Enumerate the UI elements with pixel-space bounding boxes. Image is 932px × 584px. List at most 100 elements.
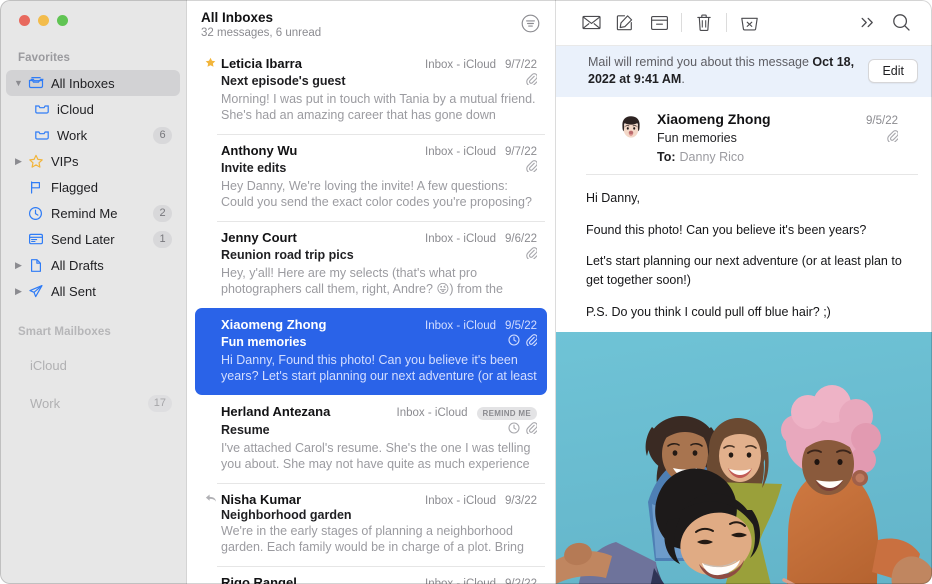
message-subject-row: Next episode's guest	[205, 72, 537, 90]
star-icon	[25, 154, 46, 169]
message-list-item[interactable]: Jenny Court Inbox - iCloud 9/6/22 Reunio…	[195, 221, 547, 308]
sidebar-item-label: Remind Me	[51, 206, 153, 221]
close-window-button[interactable]	[19, 15, 30, 26]
message-mailbox: Inbox - iCloud	[397, 407, 468, 419]
message-list-item[interactable]: Anthony Wu Inbox - iCloud 9/7/22 Invite …	[195, 134, 547, 221]
message-list-item[interactable]: Leticia Ibarra Inbox - iCloud 9/7/22 Nex…	[195, 47, 547, 134]
reader-subject: Fun memories	[657, 131, 887, 145]
unread-count-badge: 6	[153, 127, 172, 144]
sidebar-item-work[interactable]: Work 6	[6, 122, 180, 148]
message-list-panel: All Inboxes 32 messages, 6 unread Letici…	[187, 0, 556, 584]
message-top-row: Anthony Wu Inbox - iCloud 9/7/22	[205, 143, 537, 158]
sidebar-item-all-inboxes[interactable]: ▼ All Inboxes	[6, 70, 180, 96]
mark-unread-icon[interactable]	[574, 9, 608, 37]
attachment-icon	[526, 333, 537, 351]
attachment-icon[interactable]	[887, 129, 898, 147]
message-sender: Herland Antezana	[221, 404, 389, 419]
message-list-item[interactable]: Herland Antezana Inbox - iCloud REMIND M…	[195, 395, 547, 483]
traffic-lights	[0, 0, 186, 38]
disclosure-spacer: ▶	[12, 208, 25, 219]
reminder-clock-icon	[508, 421, 520, 439]
junk-icon[interactable]	[732, 9, 766, 37]
sidebar-item-icloud-account[interactable]: ▶ iCloud	[6, 352, 180, 378]
sidebar-item-all-drafts[interactable]: ▶ All Drafts	[6, 252, 180, 278]
more-chevrons-icon[interactable]	[850, 9, 884, 37]
message-list-header: All Inboxes 32 messages, 6 unread	[187, 0, 555, 47]
archive-icon[interactable]	[642, 9, 676, 37]
message-list-item[interactable]: Rigo Rangel Inbox - iCloud 9/2/22 Park P…	[195, 566, 547, 584]
edit-reminder-button[interactable]: Edit	[868, 59, 918, 83]
message-subject-row: Fun memories	[205, 333, 537, 351]
message-subject: Fun memories	[221, 335, 500, 349]
filter-icon[interactable]	[519, 12, 541, 34]
sidebar-item-work-account[interactable]: ▶ Work 17	[6, 390, 180, 416]
sidebar-item-label: Work	[25, 396, 148, 411]
sidebar-item-send-later[interactable]: ▶ Send Later 1	[6, 226, 180, 252]
message-mailbox: Inbox - iCloud	[425, 578, 496, 584]
message-subject: Next episode's guest	[221, 74, 518, 88]
message-top-row: Jenny Court Inbox - iCloud 9/6/22	[205, 230, 537, 245]
message-list-scroll[interactable]: Leticia Ibarra Inbox - iCloud 9/7/22 Nex…	[187, 47, 555, 584]
sidebar-section-favorites: Favorites	[0, 38, 186, 70]
message-date: 9/3/22	[505, 495, 537, 507]
message-preview: Hey, y'all! Here are my selects (that's …	[205, 265, 537, 298]
remind-me-badge: REMIND ME	[477, 407, 537, 420]
message-icons	[508, 421, 537, 439]
zoom-window-button[interactable]	[57, 15, 68, 26]
message-icons	[508, 333, 537, 351]
message-list-item-selected[interactable]: Xiaomeng Zhong Inbox - iCloud 9/5/22 Fun…	[195, 308, 547, 395]
chevron-right-icon[interactable]: ▶	[12, 286, 25, 297]
message-date: 9/2/22	[505, 578, 537, 584]
sidebar-item-label: iCloud	[57, 102, 174, 117]
compose-icon[interactable]	[608, 9, 642, 37]
message-preview: Morning! I was put in touch with Tania b…	[205, 91, 537, 124]
chevron-down-icon[interactable]: ▼	[12, 78, 25, 88]
sidebar-item-label: VIPs	[51, 154, 174, 169]
message-top-row: Rigo Rangel Inbox - iCloud 9/2/22	[205, 575, 537, 584]
inbox-icon	[31, 128, 52, 142]
sidebar-item-label: Flagged	[51, 180, 174, 195]
send-later-count-badge: 1	[153, 231, 172, 248]
group-selfie-photo[interactable]	[556, 332, 932, 584]
reminder-suffix: .	[681, 72, 684, 86]
sidebar-item-flagged[interactable]: ▶ Flagged	[6, 174, 180, 200]
search-icon[interactable]	[884, 9, 918, 37]
paper-plane-icon	[25, 284, 46, 299]
sidebar-item-remind-me[interactable]: ▶ Remind Me 2	[6, 200, 180, 226]
toolbar-divider	[681, 13, 682, 32]
minimize-window-button[interactable]	[38, 15, 49, 26]
sidebar-item-vips[interactable]: ▶ VIPs	[6, 148, 180, 174]
delete-icon[interactable]	[687, 9, 721, 37]
message-sender: Anthony Wu	[221, 143, 417, 158]
chevron-right-icon[interactable]: ▶	[12, 156, 25, 167]
message-subject-row: Reunion road trip pics	[205, 246, 537, 264]
reading-pane: Mail will remind you about this message …	[556, 0, 932, 584]
sidebar-item-all-sent[interactable]: ▶ All Sent	[6, 278, 180, 304]
sidebar-item-label: iCloud	[25, 358, 174, 373]
message-date: 9/5/22	[505, 320, 537, 332]
attachment-icon	[526, 246, 537, 264]
flag-icon	[25, 180, 46, 195]
message-mailbox: Inbox - iCloud	[425, 233, 496, 245]
reader-toolbar	[556, 0, 932, 46]
sidebar-item-label: All Drafts	[51, 258, 174, 273]
to-value: Danny Rico	[680, 150, 745, 164]
remind-count-badge: 2	[153, 205, 172, 222]
work-count-badge: 17	[148, 395, 172, 412]
message-list-item[interactable]: Nisha Kumar Inbox - iCloud 9/3/22 Neighb…	[195, 483, 547, 566]
message-sender: Nisha Kumar	[221, 492, 417, 507]
sidebar-item-icloud[interactable]: iCloud	[6, 96, 180, 122]
disclosure-spacer: ▶	[12, 182, 25, 193]
attachment-icon	[526, 72, 537, 90]
inboxes-icon	[25, 76, 46, 90]
chevron-right-icon[interactable]: ▶	[12, 260, 25, 271]
attachment-icon	[526, 159, 537, 177]
message-date: 9/7/22	[505, 59, 537, 71]
message-top-row: Leticia Ibarra Inbox - iCloud 9/7/22	[205, 56, 537, 71]
reader-sender-name: Xiaomeng Zhong	[657, 111, 866, 127]
message-preview: Hey Danny, We're loving the invite! A fe…	[205, 178, 537, 211]
message-list-subtitle: 32 messages, 6 unread	[201, 27, 321, 39]
message-preview: We're in the early stages of planning a …	[205, 523, 537, 556]
message-preview: Hi Danny, Found this photo! Can you beli…	[205, 352, 537, 385]
attachment-photo-container[interactable]	[556, 332, 932, 584]
